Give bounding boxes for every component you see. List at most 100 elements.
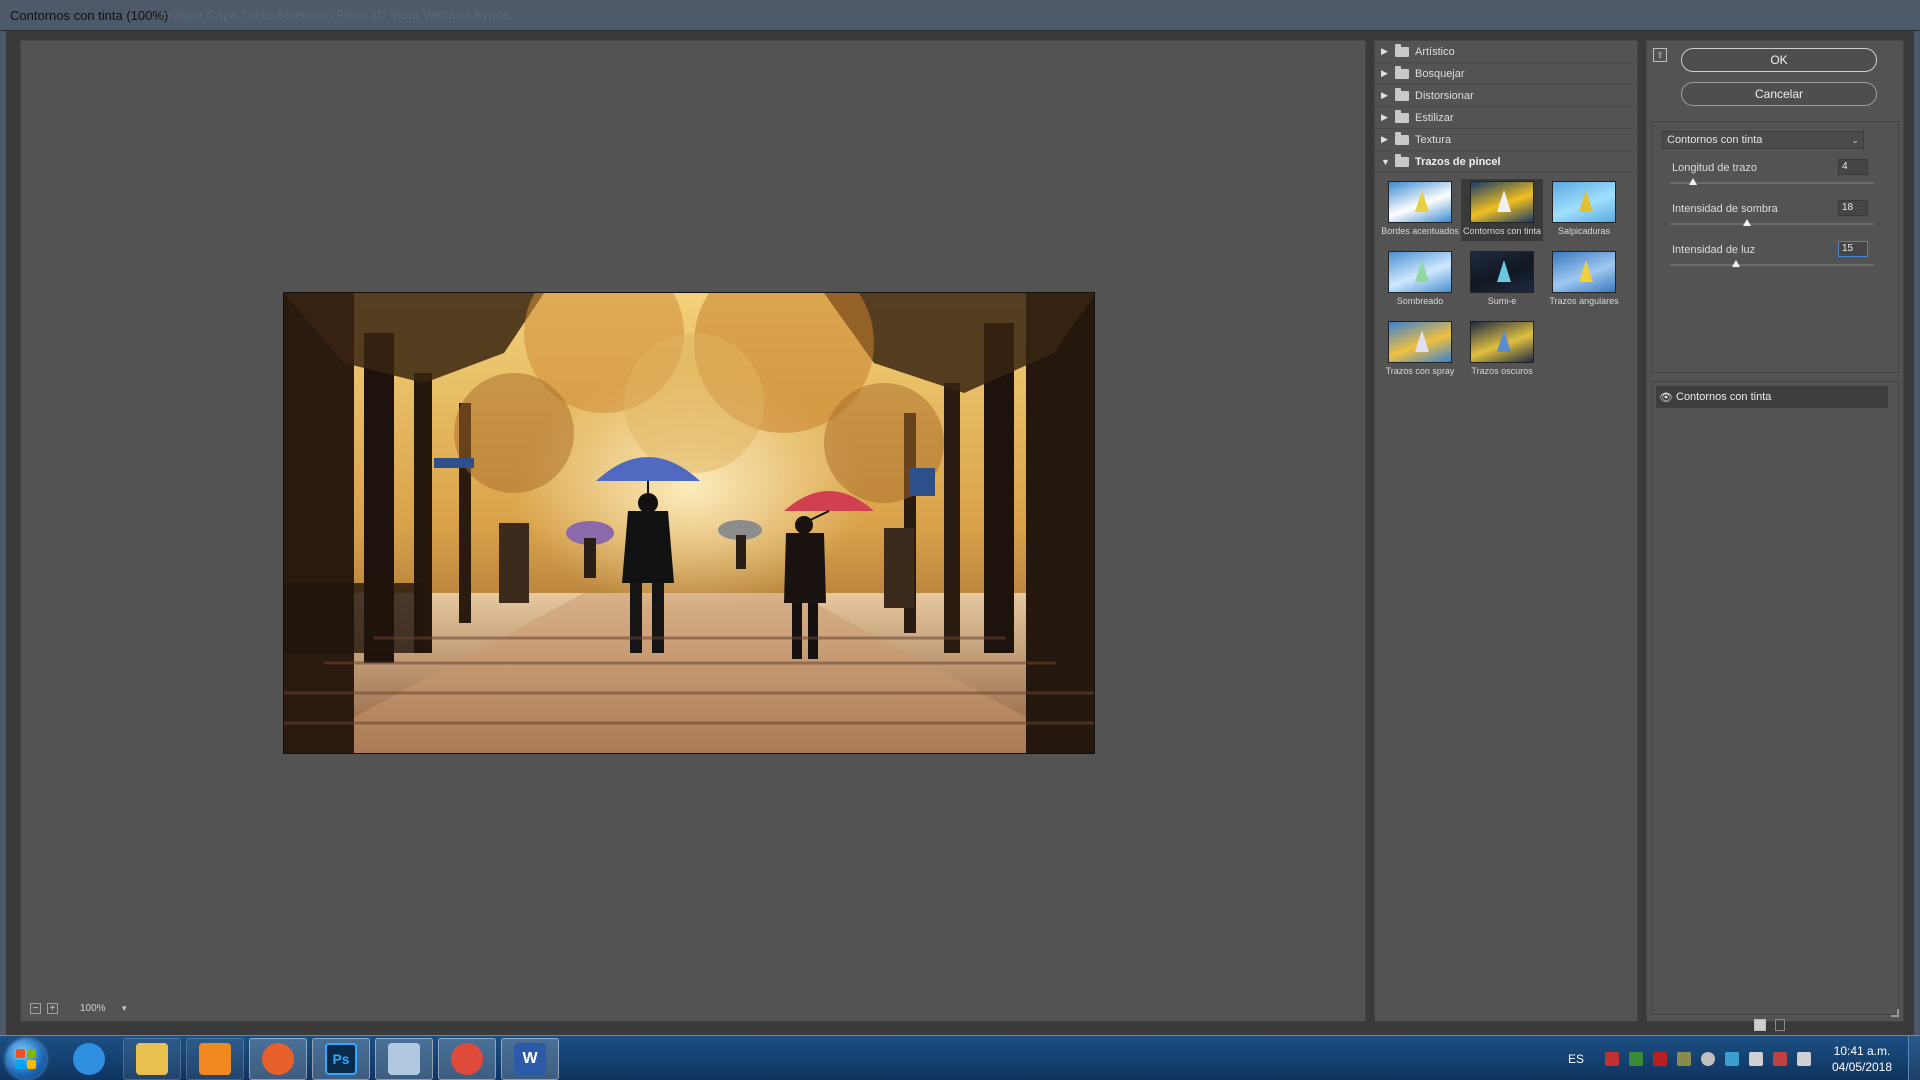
category-estilizar[interactable]: ▶ Estilizar <box>1375 107 1637 129</box>
app-root: Contornos con tinta (100%) Imagen Capa T… <box>0 0 1920 1080</box>
visibility-eye-icon[interactable]: 👁 <box>1656 391 1676 404</box>
filter-thumb-trazos-angulares[interactable]: Trazos angulares <box>1543 249 1625 311</box>
filter-select[interactable]: Contornos con tinta ⌄ <box>1662 131 1864 149</box>
display-icon[interactable] <box>1797 1051 1811 1066</box>
clock[interactable]: 10:41 a.m. 04/05/2018 <box>1822 1043 1902 1075</box>
category-label: Estilizar <box>1415 111 1454 124</box>
zoom-out-button[interactable]: − <box>30 1002 41 1014</box>
filter-select-value: Contornos con tinta <box>1667 134 1763 146</box>
window-title: Contornos con tinta (100%) <box>10 8 169 23</box>
volume-icon[interactable] <box>1749 1051 1763 1066</box>
folder-icon <box>1395 43 1409 57</box>
zoom-in-button[interactable]: + <box>47 1002 58 1014</box>
taskbar-file-explorer[interactable] <box>123 1038 181 1080</box>
thumb-spatter <box>1552 181 1616 223</box>
collapse-gallery-icon[interactable]: ⇧ <box>1653 48 1667 62</box>
param-value-input[interactable]: 18 <box>1838 200 1868 216</box>
antivirus-icon[interactable] <box>1653 1051 1667 1066</box>
zoom-dropdown-icon[interactable]: ▾ <box>122 1003 127 1014</box>
photoshop-icon: Ps <box>325 1043 357 1075</box>
chrome-icon <box>451 1043 483 1075</box>
filter-thumb-sumi-e[interactable]: Sumi-e <box>1461 249 1543 311</box>
filter-thumb-trazos-con-spray[interactable]: Trazos con spray <box>1379 319 1461 381</box>
thumb-crosshatch <box>1388 251 1452 293</box>
preview-image <box>283 292 1095 754</box>
filter-thumb-label: Contornos con tinta <box>1462 226 1542 236</box>
folder-icon <box>1395 87 1409 101</box>
triangle-right-icon[interactable]: ▶ <box>1381 112 1391 123</box>
filter-gallery-list: ▶ Artístico ▶ Bosquejar ▶ Distorsionar ▶ Estili… <box>1374 40 1638 1022</box>
app-tray-icon[interactable] <box>1677 1051 1691 1066</box>
category-trazos-de-pincel[interactable]: ▼ Trazos de pincel <box>1375 151 1637 173</box>
param-slider-knob[interactable] <box>1732 260 1740 267</box>
taskbar-internet-explorer[interactable] <box>60 1038 118 1080</box>
filter-thumb-bordes-acentuados[interactable]: Bordes acentuados <box>1379 179 1461 241</box>
param-intensidad-de-luz: Intensidad de luz 15 <box>1670 240 1874 276</box>
filter-thumb-sombreado[interactable]: Sombreado <box>1379 249 1461 311</box>
clock-date: 04/05/2018 <box>1831 1059 1893 1074</box>
delete-effect-layer-icon[interactable] <box>1775 1019 1785 1031</box>
param-slider-knob[interactable] <box>1743 219 1751 226</box>
notepad-icon <box>388 1043 420 1075</box>
folder-icon <box>1395 65 1409 79</box>
category-label: Bosquejar <box>1415 67 1465 80</box>
category-label: Distorsionar <box>1415 89 1474 102</box>
resize-grip-icon[interactable] <box>1891 1009 1899 1017</box>
param-label: Longitud de trazo <box>1672 162 1758 174</box>
param-intensidad-de-sombra: Intensidad de sombra 18 <box>1670 199 1874 235</box>
param-slider-track[interactable] <box>1670 223 1874 225</box>
triangle-down-icon[interactable]: ▼ <box>1381 157 1391 167</box>
param-label: Intensidad de luz <box>1672 244 1756 256</box>
internet-explorer-icon <box>73 1043 105 1075</box>
param-slider-track[interactable] <box>1670 182 1874 184</box>
category-bosquejar[interactable]: ▶ Bosquejar <box>1375 63 1637 85</box>
param-slider-track[interactable] <box>1670 264 1874 266</box>
preview-pane[interactable] <box>20 40 1366 1022</box>
category-textura[interactable]: ▶ Textura <box>1375 129 1637 151</box>
new-effect-layer-icon[interactable] <box>1754 1019 1766 1031</box>
start-button[interactable] <box>6 1039 46 1079</box>
thumb-angled-strokes <box>1552 251 1616 293</box>
triangle-right-icon[interactable]: ▶ <box>1381 90 1391 101</box>
taskbar-media-player[interactable] <box>186 1038 244 1080</box>
param-label: Intensidad de sombra <box>1672 203 1778 215</box>
word-icon: W <box>514 1043 546 1075</box>
effect-layers-panel: 👁 Contornos con tinta <box>1651 381 1899 1015</box>
triangle-right-icon[interactable]: ▶ <box>1381 134 1391 145</box>
windows-taskbar: Ps W ES 10:41 a.m. 04/05/2018 <box>0 1035 1920 1080</box>
param-slider-knob[interactable] <box>1689 178 1697 185</box>
chevron-down-icon: ⌄ <box>1851 135 1859 145</box>
triangle-right-icon[interactable]: ▶ <box>1381 46 1391 57</box>
network-error-icon[interactable] <box>1605 1051 1619 1066</box>
taskbar-photoshop[interactable]: Ps <box>312 1038 370 1080</box>
filter-thumb-trazos-oscuros[interactable]: Trazos oscuros <box>1461 319 1543 381</box>
language-indicator[interactable]: ES <box>1568 1052 1584 1066</box>
title-bar: Contornos con tinta (100%) Imagen Capa T… <box>0 0 1920 31</box>
param-value-input[interactable]: 15 <box>1838 241 1868 257</box>
app-tray-icon[interactable] <box>1701 1051 1715 1066</box>
taskbar-firefox[interactable] <box>249 1038 307 1080</box>
flag-icon[interactable] <box>1629 1051 1643 1066</box>
filter-thumb-label: Trazos con spray <box>1385 366 1455 376</box>
param-value-input[interactable]: 4 <box>1838 159 1868 175</box>
filter-thumb-label: Trazos angulares <box>1549 296 1619 306</box>
filter-settings: Contornos con tinta ⌄ Longitud de trazo 4… <box>1651 121 1899 373</box>
network-icon[interactable] <box>1773 1051 1787 1066</box>
ok-button[interactable]: OK <box>1681 48 1877 72</box>
filter-thumb-label: Sumi-e <box>1487 296 1517 306</box>
effect-layer-row[interactable]: 👁 Contornos con tinta <box>1656 386 1888 408</box>
taskbar-notepad[interactable] <box>375 1038 433 1080</box>
category-distorsionar[interactable]: ▶ Distorsionar <box>1375 85 1637 107</box>
triangle-right-icon[interactable]: ▶ <box>1381 68 1391 79</box>
filter-thumb-label: Sombreado <box>1396 296 1444 306</box>
category-artístico[interactable]: ▶ Artístico <box>1375 41 1637 63</box>
folder-icon <box>1395 153 1409 167</box>
filter-controls-panel: ⇧ OK Cancelar Contornos con tinta ⌄ Long… <box>1646 40 1904 1031</box>
taskbar-word[interactable]: W <box>501 1038 559 1080</box>
show-desktop-button[interactable] <box>1908 1036 1920 1080</box>
filter-thumb-contornos-con-tinta[interactable]: Contornos con tinta <box>1461 179 1543 241</box>
filter-thumb-salpicaduras[interactable]: Salpicaduras <box>1543 179 1625 241</box>
cancel-button[interactable]: Cancelar <box>1681 82 1877 106</box>
sync-icon[interactable] <box>1725 1051 1739 1066</box>
taskbar-chrome[interactable] <box>438 1038 496 1080</box>
